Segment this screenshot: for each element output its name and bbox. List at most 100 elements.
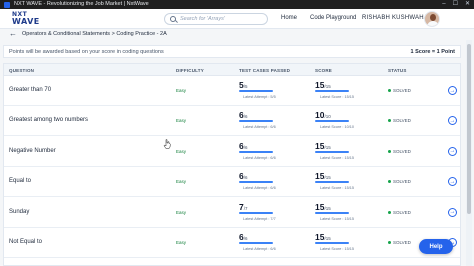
difficulty-label: Easy <box>176 118 187 124</box>
arrow-right-circle-icon: → <box>449 178 456 185</box>
question-name[interactable]: Sunday <box>9 209 29 215</box>
points-note: Points will be awarded based on your sco… <box>9 49 164 55</box>
status-text: SOLVED <box>393 118 411 124</box>
score-progress-fill <box>315 150 349 153</box>
arrow-right-circle-icon: → <box>449 87 456 94</box>
open-question-button[interactable]: → <box>448 207 457 217</box>
score-total: /15 <box>324 144 331 150</box>
score-value: 15/15 <box>315 171 331 181</box>
test-cases-value: 7/7 <box>239 202 248 212</box>
status-text: SOLVED <box>393 209 411 215</box>
app-favicon-icon <box>4 1 10 8</box>
status-text: SOLVED <box>393 88 411 93</box>
nav-home-link[interactable]: Home <box>281 15 297 21</box>
test-cases-total: /5 <box>243 84 248 89</box>
app-header: NXT WAVE Home Code Playground RISHABH KU… <box>0 9 474 29</box>
test-cases-latest-attempt: Latest Attempt : 6/6 <box>243 155 276 160</box>
avatar-body <box>427 21 439 26</box>
col-test-cases: TEST CASES PASSED <box>239 68 291 73</box>
difficulty-label: Easy <box>176 179 187 185</box>
score-progress-bar <box>315 90 349 92</box>
status-badge: SOLVED <box>388 88 411 93</box>
question-name[interactable]: Negative Number <box>9 148 56 154</box>
points-info-bar: Points will be awarded based on your sco… <box>3 45 461 58</box>
table-row[interactable]: Negative Number Easy 6/6 Latest Attempt : 6… <box>4 137 460 167</box>
score-progress-fill <box>315 181 349 184</box>
search-box[interactable] <box>164 13 268 25</box>
solved-dot-icon <box>388 210 391 214</box>
status-text: SOLVED <box>393 148 411 154</box>
test-cases-progress-fill <box>239 90 273 92</box>
col-difficulty: DIFFICULTY <box>176 68 204 73</box>
open-question-button[interactable]: → <box>448 86 457 95</box>
open-question-button[interactable]: → <box>448 146 457 156</box>
test-cases-total: /6 <box>243 236 248 241</box>
minimize-icon[interactable]: – <box>442 0 445 9</box>
col-question: QUESTION <box>9 68 35 73</box>
maximize-icon[interactable]: ☐ <box>453 0 458 9</box>
test-cases-progress-bar <box>239 90 273 92</box>
avatar[interactable] <box>424 11 440 27</box>
test-cases-latest-attempt: Latest Attempt : 6/6 <box>243 186 276 191</box>
score-value: 15/15 <box>315 80 331 90</box>
solved-dot-icon <box>388 89 391 92</box>
difficulty-label: Easy <box>176 209 187 215</box>
test-cases-value: 6/6 <box>239 171 248 181</box>
score-value: 10/10 <box>315 110 331 120</box>
test-cases-latest-attempt: Latest Attempt : 5/5 <box>243 95 276 99</box>
solved-dot-icon <box>388 149 391 153</box>
score-latest: Latest Score : 10/10 <box>320 125 354 130</box>
test-cases-progress-bar <box>239 242 273 244</box>
table-row[interactable]: Equal to Easy 6/6 Latest Attempt : 6/6 15/15… <box>4 167 460 198</box>
score-progress-fill <box>315 211 349 214</box>
score-progress-fill <box>315 242 349 244</box>
question-name[interactable]: Not Equal to <box>9 239 42 245</box>
arrow-left-icon[interactable]: ← <box>9 30 17 38</box>
score-progress-bar <box>315 120 349 123</box>
solved-dot-icon <box>388 119 391 123</box>
status-text: SOLVED <box>393 179 411 185</box>
logo-line-2: WAVE <box>12 17 40 26</box>
open-question-button[interactable]: → <box>448 116 457 126</box>
test-cases-progress-fill <box>239 211 273 214</box>
user-name[interactable]: RISHABH KUSHWAHA <box>362 15 428 21</box>
breadcrumb-text[interactable]: Operators & Conditional Statements > Cod… <box>22 31 167 37</box>
test-cases-total: /6 <box>243 114 248 120</box>
table-row[interactable]: Greater than 70 Easy 5/5 Latest Attempt : 5… <box>4 76 460 106</box>
table-row[interactable]: Sunday Easy 7/7 Latest Attempt : 7/7 15/15 La… <box>4 198 460 228</box>
difficulty-label: Easy <box>176 240 187 245</box>
help-button[interactable]: Help <box>419 239 453 254</box>
status-badge: SOLVED <box>388 149 411 154</box>
score-progress-bar <box>315 181 349 184</box>
scrollbar-thumb[interactable] <box>467 44 471 214</box>
question-name[interactable]: Greater than 70 <box>9 87 51 93</box>
score-progress-bar <box>315 242 349 244</box>
status-badge: SOLVED <box>388 118 411 123</box>
score-latest: Latest Score : 15/15 <box>320 186 354 191</box>
table-header: QUESTION DIFFICULTY TEST CASES PASSED SC… <box>4 64 460 76</box>
table-row[interactable]: Greatest among two numbers Easy 6/6 Latest … <box>4 106 460 137</box>
score-progress-fill <box>315 120 349 123</box>
mouse-cursor-icon <box>163 139 171 149</box>
solved-dot-icon <box>388 180 391 184</box>
search-icon <box>170 16 176 22</box>
test-cases-progress-bar <box>239 120 273 123</box>
col-score: SCORE <box>315 68 333 73</box>
close-icon[interactable]: ✕ <box>465 0 470 9</box>
question-name[interactable]: Greatest among two numbers <box>9 117 88 123</box>
nav-code-playground-link[interactable]: Code Playground <box>310 15 356 21</box>
question-name[interactable]: Equal to <box>9 178 31 184</box>
col-status: STATUS <box>388 68 407 73</box>
test-cases-value: 5/5 <box>239 80 248 90</box>
test-cases-progress-fill <box>239 120 273 123</box>
test-cases-total: /6 <box>243 175 248 181</box>
search-input[interactable] <box>180 16 266 22</box>
nxtwave-logo[interactable]: NXT WAVE <box>12 12 46 26</box>
open-question-button[interactable]: → <box>448 177 457 187</box>
difficulty-label: Easy <box>176 88 187 93</box>
test-cases-value: 6/6 <box>239 110 248 120</box>
test-cases-total: /7 <box>243 205 248 211</box>
test-cases-value: 6/6 <box>239 141 248 151</box>
table-row[interactable]: Not Equal to Easy 6/6 Latest Attempt : 6/6 1… <box>4 228 460 258</box>
status-text: SOLVED <box>393 240 411 245</box>
